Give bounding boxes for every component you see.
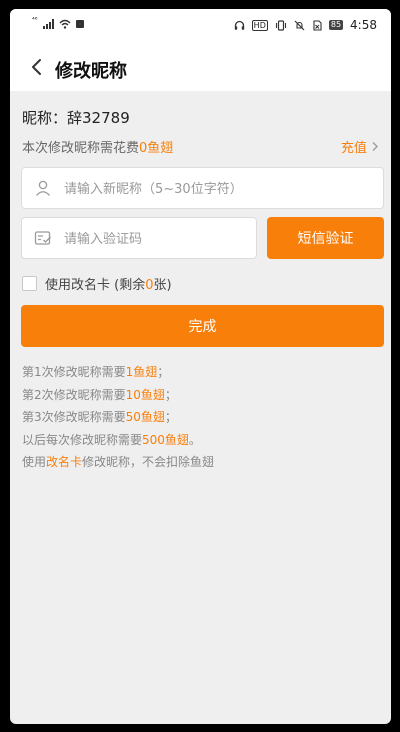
rename-cost-notice: 本次修改昵称需花费0鱼翅 xyxy=(22,137,173,156)
headphones-icon xyxy=(234,20,244,30)
rename-card-label-prefix: 使用改名卡 (剩余 xyxy=(45,278,146,293)
code-input-box[interactable] xyxy=(21,217,257,260)
notification-icon xyxy=(75,20,84,28)
sms-verify-button[interactable]: 短信验证 xyxy=(267,217,384,259)
chevron-right-icon xyxy=(372,142,378,151)
status-right: HD 85 4:58 xyxy=(234,18,377,32)
rename-card-option[interactable]: 使用改名卡 (剩余0张) xyxy=(22,274,172,293)
page-title: 修改昵称 xyxy=(55,61,127,82)
rule-line: 第3次修改昵称需要50鱼翅； xyxy=(22,406,214,429)
rename-card-label-suffix: 张) xyxy=(153,278,172,293)
rule-suffix: 。 xyxy=(188,432,201,447)
nickname-input[interactable] xyxy=(62,168,377,210)
rename-card-label: 使用改名卡 (剩余0张) xyxy=(45,274,172,293)
rule-highlight: 50鱼翅 xyxy=(125,410,165,424)
status-bar: ⁴⁶ HD 85 4:58 xyxy=(10,9,391,43)
done-button[interactable]: 完成 xyxy=(21,305,384,347)
rename-card-count: 0 xyxy=(145,278,154,293)
rule-highlight: 500鱼翅 xyxy=(142,432,189,447)
current-nickname: 昵称：辞32789 xyxy=(22,107,130,128)
rule-prefix: 第1次修改昵称需要 xyxy=(22,365,126,379)
rule-line: 第1次修改昵称需要1鱼翅； xyxy=(22,361,214,384)
mute-icon xyxy=(294,20,305,30)
rename-card-checkbox[interactable] xyxy=(22,276,37,291)
no-sim-icon xyxy=(313,19,322,31)
vibrate-icon xyxy=(275,19,286,31)
hd-icon: HD xyxy=(251,19,268,31)
rule-highlight: 改名卡 xyxy=(46,455,83,469)
rule-highlight: 1鱼翅 xyxy=(125,365,158,379)
verify-code-icon xyxy=(34,231,51,245)
rule-prefix: 以后每次修改昵称需要 xyxy=(22,432,143,447)
network-type: ⁴⁶ xyxy=(32,16,38,24)
back-arrow-icon[interactable] xyxy=(26,53,48,81)
clock: 4:58 xyxy=(350,18,377,32)
phone-screen: ⁴⁶ HD 85 4:58 修改昵称 昵称：辞32789 本次修改昵称需花费0鱼… xyxy=(10,9,391,724)
recharge-link[interactable]: 充值 xyxy=(341,137,379,156)
code-input[interactable] xyxy=(62,218,250,260)
rule-highlight: 10鱼翅 xyxy=(125,387,165,402)
nickname-label: 昵称： xyxy=(22,109,68,127)
signal-icon xyxy=(42,19,54,29)
user-icon xyxy=(36,180,50,196)
cost-prefix: 本次修改昵称需花费 xyxy=(22,141,140,156)
rule-suffix: ； xyxy=(164,387,177,402)
rule-line: 使用改名卡修改昵称，不会扣除鱼翅 xyxy=(22,451,214,474)
wifi-icon xyxy=(59,19,71,29)
battery-icon: 85 xyxy=(328,20,344,30)
rule-suffix: ； xyxy=(164,410,177,424)
rule-suffix: ； xyxy=(157,365,170,379)
status-left: ⁴⁶ xyxy=(32,16,84,29)
nav-bar: 修改昵称 xyxy=(10,43,391,91)
rename-rules: 第1次修改昵称需要1鱼翅； 第2次修改昵称需要10鱼翅； 第3次修改昵称需要50… xyxy=(22,361,214,474)
rule-prefix: 第3次修改昵称需要 xyxy=(22,410,126,424)
rule-line: 第2次修改昵称需要10鱼翅； xyxy=(22,384,214,407)
rule-prefix: 第2次修改昵称需要 xyxy=(22,387,126,402)
cost-amount: 0鱼翅 xyxy=(139,141,174,156)
recharge-label: 充值 xyxy=(340,141,371,156)
rule-suffix: 修改昵称，不会扣除鱼翅 xyxy=(82,455,215,469)
nickname-value: 辞32789 xyxy=(67,109,130,127)
rule-line: 以后每次修改昵称需要500鱼翅。 xyxy=(22,429,214,452)
nickname-input-box[interactable] xyxy=(21,167,384,210)
rule-prefix: 使用 xyxy=(22,455,47,469)
